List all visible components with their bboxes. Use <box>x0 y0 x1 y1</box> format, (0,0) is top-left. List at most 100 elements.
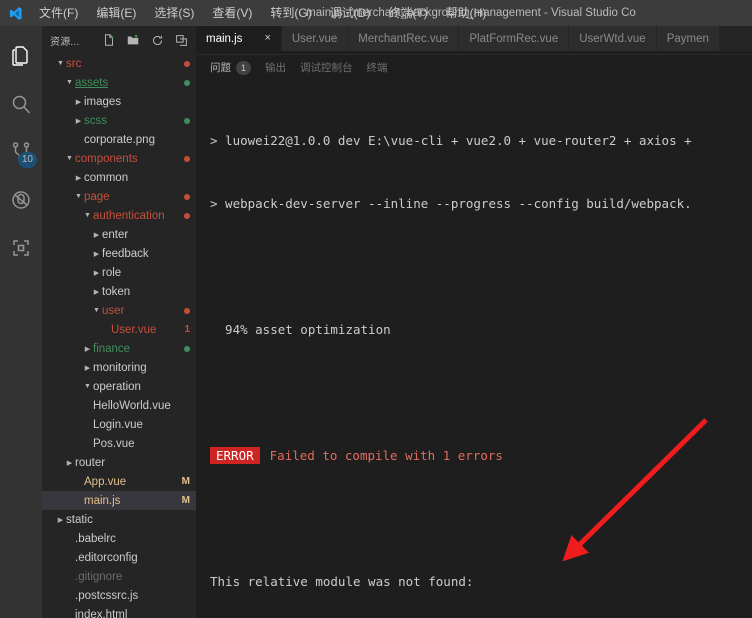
menu-terminal[interactable]: 终端(T) <box>379 3 436 24</box>
panel-tab-terminal[interactable]: 终端 <box>367 60 388 75</box>
tree-row[interactable]: ▼ components <box>42 149 196 168</box>
refresh-icon[interactable] <box>146 29 168 51</box>
menu-file[interactable]: 文件(F) <box>30 3 87 24</box>
editor-tab[interactable]: PlatFormRec.vue× <box>459 26 570 51</box>
chevron-down-icon[interactable]: ▼ <box>73 193 84 200</box>
panel-tab-problems[interactable]: 问题 1 <box>210 60 251 75</box>
menu-go[interactable]: 转到(G) <box>261 3 320 24</box>
activity-debug[interactable] <box>0 176 42 224</box>
chevron-right-icon[interactable]: ▶ <box>82 345 93 353</box>
terminal-output[interactable]: > luowei22@1.0.0 dev E:\vue-cli + vue2.0… <box>196 80 752 618</box>
tree-row-label: main.js <box>84 494 121 507</box>
terminal-error-line: ERROR Failed to compile with 1 errors <box>210 445 752 466</box>
panel-tab-debug-console[interactable]: 调试控制台 <box>300 60 353 75</box>
menu-help[interactable]: 帮助(H) <box>437 3 496 24</box>
editor-tab[interactable]: Paymen× <box>656 26 720 51</box>
tree-row[interactable]: Login.vue <box>42 415 196 434</box>
collapse-all-icon[interactable] <box>170 29 192 51</box>
menu-edit[interactable]: 编辑(E) <box>87 3 145 24</box>
chevron-down-icon[interactable]: ▼ <box>82 212 93 219</box>
tree-row[interactable]: main.js M <box>42 491 196 510</box>
terminal-line: 94% asset optimization <box>210 322 391 337</box>
tree-row[interactable]: ▼ src <box>42 54 196 73</box>
error-message: Failed to compile with 1 errors <box>269 448 503 463</box>
tree-row[interactable]: ▶ finance <box>42 339 196 358</box>
tree-row[interactable]: .gitignore <box>42 567 196 586</box>
tree-row-label: token <box>102 285 131 298</box>
activity-source-control[interactable]: 10 <box>0 128 42 176</box>
chevron-right-icon[interactable]: ▶ <box>91 250 102 258</box>
chevron-right-icon[interactable]: ▶ <box>91 269 102 277</box>
tree-row[interactable]: HelloWorld.vue <box>42 396 196 415</box>
tree-row[interactable]: ▼ assets <box>42 73 196 92</box>
chevron-down-icon[interactable]: ▼ <box>82 383 93 390</box>
menu-selection[interactable]: 选择(S) <box>145 3 203 24</box>
menu-debug[interactable]: 调试(D) <box>321 3 380 24</box>
tree-row[interactable]: ▼ authentication <box>42 206 196 225</box>
tree-row[interactable]: ▶ common <box>42 168 196 187</box>
chevron-right-icon[interactable]: ▶ <box>91 288 102 296</box>
panel-tab-output[interactable]: 输出 <box>265 60 286 75</box>
menu-view[interactable]: 查看(V) <box>203 3 261 24</box>
panel-tab-label: 输出 <box>265 62 286 74</box>
editor-tab-bar[interactable]: main.js × User.vue×MerchantRec.vue×PlatFor… <box>196 26 752 51</box>
chevron-right-icon[interactable]: ▶ <box>73 98 84 106</box>
panel-tab-bar[interactable]: 问题 1 输出 调试控制台 终端 <box>196 55 752 80</box>
tree-row[interactable]: ▶ enter <box>42 225 196 244</box>
tree-row-label: page <box>84 190 110 203</box>
tree-row[interactable]: ▶ scss <box>42 111 196 130</box>
tree-row[interactable]: App.vue M <box>42 472 196 491</box>
tree-row-label: finance <box>93 342 131 355</box>
editor-tab[interactable]: User.vue× <box>281 26 349 51</box>
activity-search[interactable] <box>0 80 42 128</box>
tree-row[interactable]: User.vue 1 <box>42 320 196 339</box>
tree-row-status-dot <box>184 79 190 86</box>
new-folder-icon[interactable] <box>122 29 144 51</box>
tree-row-label: operation <box>93 380 141 393</box>
chevron-right-icon[interactable]: ▶ <box>55 516 66 524</box>
chevron-down-icon[interactable]: ▼ <box>91 307 102 314</box>
tree-row[interactable]: ▶ router <box>42 453 196 472</box>
editor-tab-label: main.js <box>206 32 243 45</box>
editor-tab[interactable]: MerchantRec.vue× <box>348 26 460 51</box>
workbench: 10 资源... ▼ src ▼ assets ▶ images ▶ scss … <box>0 26 752 618</box>
editor-tab[interactable]: UserWtd.vue× <box>569 26 657 51</box>
chevron-down-icon[interactable]: ▼ <box>64 155 75 162</box>
tree-row[interactable]: ▼ page <box>42 187 196 206</box>
tree-row[interactable]: .babelrc <box>42 529 196 548</box>
tree-row[interactable]: ▼ operation <box>42 377 196 396</box>
editor-tab-label: User.vue <box>291 32 338 45</box>
chevron-right-icon[interactable]: ▶ <box>91 231 102 239</box>
chevron-right-icon[interactable]: ▶ <box>73 117 84 125</box>
tree-row[interactable]: corporate.png <box>42 130 196 149</box>
new-file-icon[interactable] <box>98 29 120 51</box>
tree-row[interactable]: ▶ images <box>42 92 196 111</box>
tree-row[interactable]: ▶ static <box>42 510 196 529</box>
chevron-right-icon[interactable]: ▶ <box>73 174 84 182</box>
chevron-down-icon[interactable]: ▼ <box>64 79 75 86</box>
tree-row-status-mark: 1 <box>184 324 190 335</box>
activity-explorer[interactable] <box>0 32 42 80</box>
terminal-line: > webpack-dev-server --inline --progress… <box>210 196 692 211</box>
tree-row[interactable]: ▼ user <box>42 301 196 320</box>
tree-row[interactable]: index.html <box>42 605 196 618</box>
file-tree[interactable]: ▼ src ▼ assets ▶ images ▶ scss corporate.png ▼ com… <box>42 54 196 618</box>
close-icon[interactable]: × <box>264 33 270 44</box>
tree-row[interactable]: .postcssrc.js <box>42 586 196 605</box>
tree-row[interactable]: ▶ token <box>42 282 196 301</box>
chevron-down-icon[interactable]: ▼ <box>55 60 66 67</box>
tree-row[interactable]: .editorconfig <box>42 548 196 567</box>
tree-row-status-mark: M <box>181 495 190 506</box>
tree-row[interactable]: ▶ role <box>42 263 196 282</box>
code-editor[interactable]: 1// The Vue build version to load with t… <box>196 51 752 54</box>
editor-tab[interactable]: main.js × <box>196 26 282 51</box>
tree-row[interactable]: ▶ feedback <box>42 244 196 263</box>
tree-row[interactable]: Pos.vue <box>42 434 196 453</box>
tree-row[interactable]: ▶ monitoring <box>42 358 196 377</box>
tree-row-label: HelloWorld.vue <box>93 399 171 412</box>
chevron-right-icon[interactable]: ▶ <box>82 364 93 372</box>
menu-bar[interactable]: 文件(F) 编辑(E) 选择(S) 查看(V) 转到(G) 调试(D) 终端(T… <box>30 3 495 24</box>
activity-extensions[interactable] <box>0 224 42 272</box>
title-bar: 文件(F) 编辑(E) 选择(S) 查看(V) 转到(G) 调试(D) 终端(T… <box>0 0 752 26</box>
chevron-right-icon[interactable]: ▶ <box>64 459 75 467</box>
